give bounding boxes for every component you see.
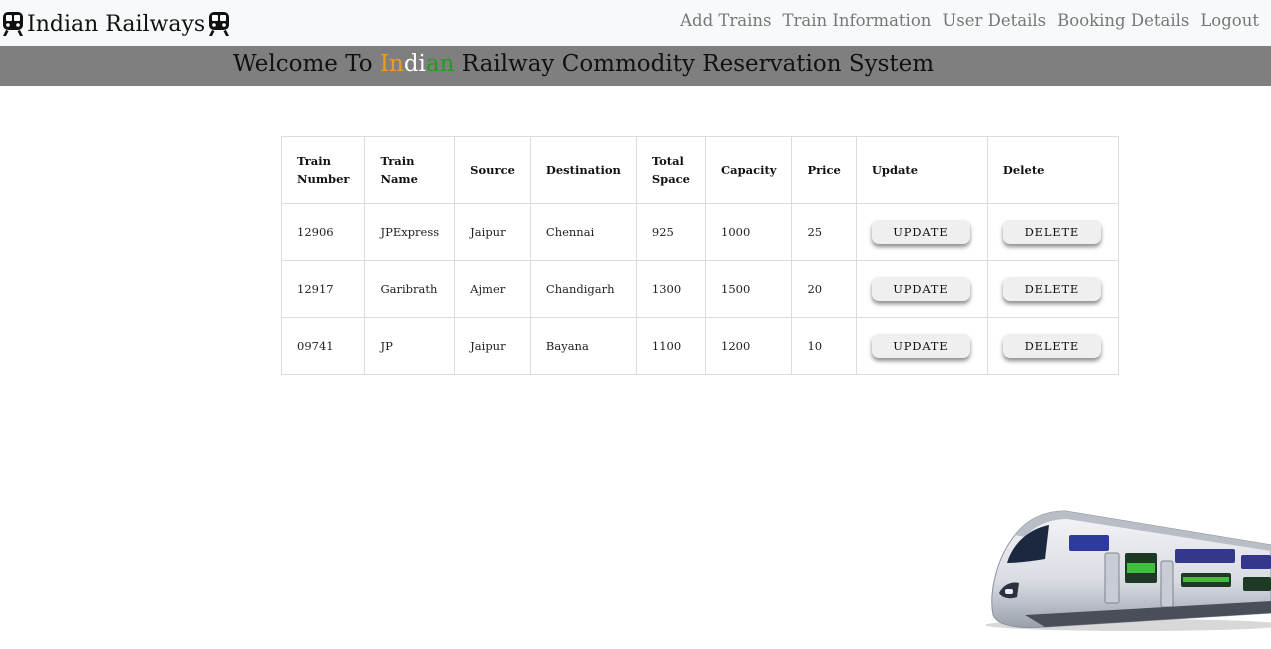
cell-destination: Chennai xyxy=(529,203,637,261)
cell-destination: Bayana xyxy=(529,317,637,375)
cell-total-space: 1100 xyxy=(635,317,707,375)
train-table-container: Train Number Train Name Source Destinati… xyxy=(280,136,1119,375)
cell-train-name: JPExpress xyxy=(364,203,456,261)
header-train-number: Train Number xyxy=(280,136,366,204)
delete-button[interactable]: DELETE xyxy=(1002,277,1101,301)
header-total-space: Total Space xyxy=(635,136,707,204)
cell-delete: DELETE xyxy=(986,203,1119,261)
header-source: Source xyxy=(454,136,531,204)
indian-part-green: an xyxy=(425,51,455,77)
train-icon xyxy=(3,12,23,36)
cell-train-number: 12906 xyxy=(280,203,366,261)
welcome-banner: Welcome To Indian Railway Commodity Rese… xyxy=(0,46,1271,86)
table-row: 09741 JP Jaipur Bayana 1100 1200 10 UPDA… xyxy=(280,317,1119,375)
train-graphic xyxy=(985,510,1271,631)
cell-update: UPDATE xyxy=(855,260,988,318)
cell-price: 25 xyxy=(791,203,857,261)
cell-total-space: 925 xyxy=(635,203,707,261)
train-table: Train Number Train Name Source Destinati… xyxy=(280,136,1119,375)
cell-price: 10 xyxy=(791,317,857,375)
indian-part-saffron: In xyxy=(379,51,404,77)
welcome-suffix: Railway Commodity Reservation System xyxy=(454,51,935,77)
welcome-prefix: Welcome To xyxy=(233,51,380,77)
cell-capacity: 1500 xyxy=(704,260,793,318)
cell-train-number: 09741 xyxy=(280,317,366,375)
nav-links: Add Trains Train Information User Detail… xyxy=(680,11,1259,30)
cell-train-number: 12917 xyxy=(280,260,366,318)
cell-delete: DELETE xyxy=(986,317,1119,375)
delete-button[interactable]: DELETE xyxy=(1002,334,1101,358)
cell-destination: Chandigarh xyxy=(529,260,637,318)
table-row: 12917 Garibrath Ajmer Chandigarh 1300 15… xyxy=(280,260,1119,318)
cell-total-space: 1300 xyxy=(635,260,707,318)
brand-link[interactable]: Indian Railways xyxy=(2,9,230,39)
update-button[interactable]: UPDATE xyxy=(871,334,970,358)
table-row: 12906 JPExpress Jaipur Chennai 925 1000 … xyxy=(280,203,1119,261)
indian-part-white: di xyxy=(403,51,426,77)
header-train-name: Train Name xyxy=(364,136,456,204)
nav-train-information[interactable]: Train Information xyxy=(782,11,931,30)
cell-train-name: Garibrath xyxy=(364,260,456,318)
cell-delete: DELETE xyxy=(986,260,1119,318)
update-button[interactable]: UPDATE xyxy=(871,277,970,301)
cell-capacity: 1000 xyxy=(704,203,793,261)
header-capacity: Capacity xyxy=(704,136,793,204)
nav-user-details[interactable]: User Details xyxy=(942,11,1046,30)
nav-booking-details[interactable]: Booking Details xyxy=(1057,11,1189,30)
train-icon xyxy=(209,12,230,36)
cell-train-name: JP xyxy=(364,317,456,375)
table-header-row: Train Number Train Name Source Destinati… xyxy=(280,136,1119,204)
header-destination: Destination xyxy=(529,136,637,204)
update-button[interactable]: UPDATE xyxy=(871,220,970,244)
navbar: Indian Railways Add Trains Train Informa… xyxy=(0,0,1271,46)
welcome-title: Welcome To Indian Railway Commodity Rese… xyxy=(233,51,934,77)
brand-name: Indian Railways xyxy=(27,11,206,37)
header-update: Update xyxy=(855,136,988,204)
header-price: Price xyxy=(791,136,857,204)
cell-price: 20 xyxy=(791,260,857,318)
cell-source: Ajmer xyxy=(454,260,531,318)
cell-source: Jaipur xyxy=(454,317,531,375)
cell-update: UPDATE xyxy=(855,317,988,375)
nav-logout[interactable]: Logout xyxy=(1200,11,1259,30)
header-delete: Delete xyxy=(986,136,1119,204)
delete-button[interactable]: DELETE xyxy=(1002,220,1101,244)
cell-capacity: 1200 xyxy=(704,317,793,375)
cell-source: Jaipur xyxy=(454,203,531,261)
cell-update: UPDATE xyxy=(855,203,988,261)
nav-add-trains[interactable]: Add Trains xyxy=(680,11,771,30)
